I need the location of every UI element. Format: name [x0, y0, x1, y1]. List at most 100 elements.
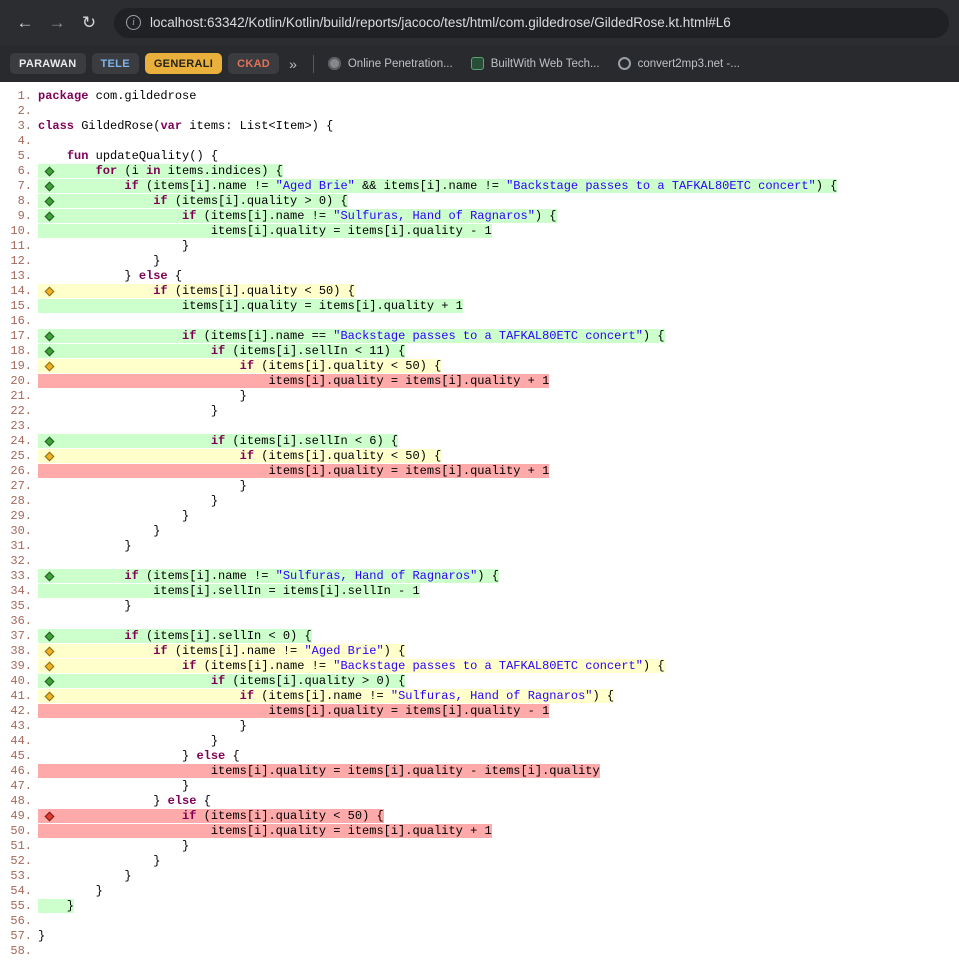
code-line-57: 57.} [0, 929, 959, 944]
line-number: 20. [0, 374, 38, 389]
source-code: 1.package com.gildedrose2.3.class Gilded… [0, 89, 959, 959]
code-text: items[i].sellIn = items[i].sellIn - 1 [38, 584, 420, 598]
code-text: if (items[i].name != "Aged Brie") { [38, 644, 405, 658]
code-line-56: 56. [0, 914, 959, 929]
code-text: } [38, 929, 45, 943]
back-button[interactable]: ← [10, 8, 40, 38]
line-number: 10. [0, 224, 38, 239]
code-line-30: 30. } [0, 524, 959, 539]
globe-icon [328, 57, 341, 70]
code-text: } [38, 734, 218, 748]
bookmark-item[interactable]: Online Penetration... [328, 57, 453, 70]
line-number: 49. [0, 809, 38, 824]
code-line-8: 8. if (items[i].quality > 0) { [0, 194, 959, 209]
code-line-40: 40. if (items[i].quality > 0) { [0, 674, 959, 689]
bookmarks-overflow-chevron-icon[interactable]: » [279, 56, 307, 72]
line-number: 34. [0, 584, 38, 599]
code-line-4: 4. [0, 134, 959, 149]
code-text: if (items[i].sellIn < 6) { [38, 434, 398, 448]
line-number: 56. [0, 914, 38, 929]
page-info-icon[interactable]: i [126, 15, 141, 30]
code-line-36: 36. [0, 614, 959, 629]
bookmarks-separator [313, 55, 314, 73]
line-number: 31. [0, 539, 38, 554]
code-line-14: 14. if (items[i].quality < 50) { [0, 284, 959, 299]
code-text: } [38, 404, 218, 418]
code-text: items[i].quality = items[i].quality + 1 [38, 464, 549, 478]
back-icon: ← [17, 13, 34, 33]
code-text: } [38, 254, 160, 268]
code-line-43: 43. } [0, 719, 959, 734]
line-number: 58. [0, 944, 38, 959]
code-line-29: 29. } [0, 509, 959, 524]
code-line-35: 35. } [0, 599, 959, 614]
forward-icon: → [49, 13, 66, 33]
code-text: } else { [38, 269, 182, 283]
code-text: } [38, 854, 160, 868]
line-number: 15. [0, 299, 38, 314]
reload-button[interactable]: ↻ [74, 8, 104, 38]
reload-icon: ↻ [82, 13, 96, 33]
code-text: if (items[i].name != "Aged Brie" && item… [38, 179, 837, 193]
line-number: 57. [0, 929, 38, 944]
line-number: 22. [0, 404, 38, 419]
code-line-37: 37. if (items[i].sellIn < 0) { [0, 629, 959, 644]
code-line-45: 45. } else { [0, 749, 959, 764]
bookmark-chip[interactable]: PARAWAN [10, 53, 86, 74]
line-number: 37. [0, 629, 38, 644]
line-number: 47. [0, 779, 38, 794]
code-text: if (items[i].name != "Sulfuras, Hand of … [38, 569, 499, 583]
bookmark-label: convert2mp3.net -... [638, 58, 740, 70]
line-number: 25. [0, 449, 38, 464]
code-text: } [38, 539, 132, 553]
code-text: if (items[i].quality < 50) { [38, 284, 355, 298]
bookmark-chip[interactable]: GENERALI [145, 53, 222, 74]
bookmark-items: Online Penetration... BuiltWith Web Tech.… [328, 57, 740, 70]
code-text: if (items[i].quality > 0) { [38, 674, 405, 688]
line-number: 50. [0, 824, 38, 839]
code-line-13: 13. } else { [0, 269, 959, 284]
code-text: if (items[i].quality < 50) { [38, 449, 441, 463]
code-line-17: 17. if (items[i].name == "Backstage pass… [0, 329, 959, 344]
code-text: } [38, 719, 247, 733]
code-line-38: 38. if (items[i].name != "Aged Brie") { [0, 644, 959, 659]
code-line-53: 53. } [0, 869, 959, 884]
address-bar[interactable]: i localhost:63342/Kotlin/Kotlin/build/re… [114, 8, 949, 38]
bookmark-chips: PARAWAN TELE GENERALI CKAD [10, 53, 279, 74]
code-text: if (items[i].sellIn < 0) { [38, 629, 312, 643]
code-line-23: 23. [0, 419, 959, 434]
code-line-19: 19. if (items[i].quality < 50) { [0, 359, 959, 374]
code-line-18: 18. if (items[i].sellIn < 11) { [0, 344, 959, 359]
code-line-32: 32. [0, 554, 959, 569]
line-number: 7. [0, 179, 38, 194]
code-line-24: 24. if (items[i].sellIn < 6) { [0, 434, 959, 449]
convert-icon [618, 57, 631, 70]
bookmark-label: BuiltWith Web Tech... [491, 58, 600, 70]
bookmark-chip[interactable]: TELE [92, 53, 139, 74]
code-text: package com.gildedrose [38, 89, 196, 103]
code-text: } [38, 509, 189, 523]
code-line-28: 28. } [0, 494, 959, 509]
code-line-42: 42. items[i].quality = items[i].quality … [0, 704, 959, 719]
bookmark-item[interactable]: BuiltWith Web Tech... [471, 57, 600, 70]
code-text: if (items[i].name != "Backstage passes t… [38, 659, 665, 673]
code-line-7: 7. if (items[i].name != "Aged Brie" && i… [0, 179, 959, 194]
line-number: 54. [0, 884, 38, 899]
code-line-27: 27. } [0, 479, 959, 494]
code-text: } [38, 494, 218, 508]
code-line-55: 55. } [0, 899, 959, 914]
code-text: } [38, 899, 74, 913]
line-number: 12. [0, 254, 38, 269]
bookmark-chip[interactable]: CKAD [228, 53, 279, 74]
code-text: for (i in items.indices) { [38, 164, 283, 178]
code-line-10: 10. items[i].quality = items[i].quality … [0, 224, 959, 239]
line-number: 23. [0, 419, 38, 434]
code-text: items[i].quality = items[i].quality - 1 [38, 224, 492, 238]
code-line-12: 12. } [0, 254, 959, 269]
line-number: 38. [0, 644, 38, 659]
code-line-44: 44. } [0, 734, 959, 749]
code-line-58: 58. [0, 944, 959, 959]
line-number: 44. [0, 734, 38, 749]
bookmark-item[interactable]: convert2mp3.net -... [618, 57, 740, 70]
forward-button[interactable]: → [42, 8, 72, 38]
